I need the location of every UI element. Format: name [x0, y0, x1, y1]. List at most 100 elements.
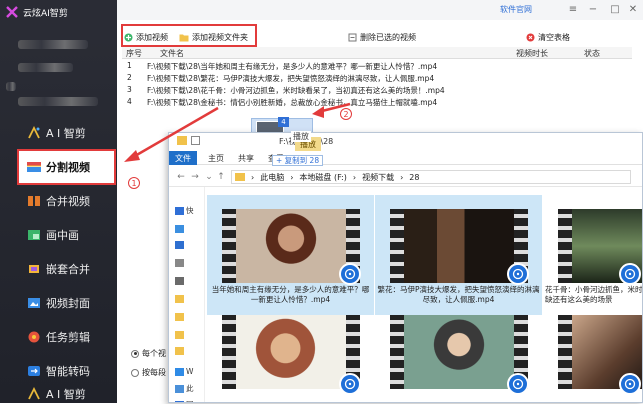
- nav-quick-access[interactable]: 快: [175, 205, 194, 216]
- option-label: 按每段: [142, 368, 166, 377]
- nav-this-pc[interactable]: 此: [175, 383, 194, 394]
- ai-icon: [26, 386, 42, 402]
- chevron-down-icon[interactable]: ⌄: [203, 171, 215, 183]
- delete-selected-button[interactable]: 删除已选的视频: [347, 30, 416, 44]
- sidebar-item-picture-in-picture[interactable]: 画中画: [0, 218, 117, 252]
- blurred-text: [18, 63, 73, 72]
- close-icon[interactable]: ✕: [625, 2, 641, 16]
- nav-network[interactable]: 网: [175, 399, 194, 402]
- folder-icon: [235, 173, 245, 181]
- radio-button[interactable]: [131, 349, 139, 358]
- tab-file[interactable]: 文件: [169, 151, 197, 165]
- forward-icon[interactable]: →: [189, 171, 201, 183]
- sidebar-item-ai-edit-2[interactable]: A I 智剪: [0, 384, 117, 404]
- sidebar-item-nested-merge[interactable]: 嵌套合并: [0, 252, 117, 286]
- nav-onedrive[interactable]: W: [175, 367, 193, 376]
- clear-table-button[interactable]: 清空表格: [525, 30, 570, 44]
- back-icon[interactable]: ←: [175, 171, 187, 183]
- nav-item[interactable]: [175, 313, 186, 321]
- task-edit-icon: [26, 329, 42, 345]
- video-file-tile[interactable]: [375, 313, 542, 402]
- option-by-segment[interactable]: 按每段: [131, 367, 166, 378]
- add-video-label: 添加视频: [136, 32, 168, 42]
- file-name: 花千骨：小骨河边抓鱼，米时缺还有这么美的场景: [545, 285, 643, 304]
- tab-share[interactable]: 共享: [235, 151, 257, 165]
- sidebar-item-label: 分割视频: [46, 161, 90, 174]
- checkbox-icon: [191, 136, 200, 145]
- sidebar-item-label: 视频封面: [46, 297, 90, 310]
- video-file-tile[interactable]: 当年她和周主有缘无分，是多少人的意难平？哪一新更让人怜惜？.mp4: [207, 195, 374, 315]
- row-index: 2: [127, 73, 132, 82]
- merge-video-icon: [26, 193, 42, 209]
- table-row[interactable]: 1 F:\视频下载\28\当年她和周主有缘无分，是多少人的意难平？哪一新更让人怜…: [122, 61, 492, 72]
- official-site-link[interactable]: 软件官网: [500, 4, 532, 15]
- up-icon[interactable]: ↑: [215, 171, 227, 183]
- maximize-icon[interactable]: □: [607, 2, 623, 16]
- title-bar: 软件官网 ≡ − □ ✕: [117, 0, 643, 20]
- sidebar-item-label: A I 智剪: [46, 388, 86, 401]
- breadcrumb-item[interactable]: 28: [409, 173, 419, 182]
- breadcrumb-item[interactable]: 本地磁盘 (F:): [299, 172, 346, 183]
- nav-item[interactable]: [175, 331, 186, 339]
- col-duration: 视频时长: [516, 49, 548, 58]
- video-cover-icon: [26, 295, 42, 311]
- video-file-tile[interactable]: 繁花：马伊P演技大爆发，把失望愤怒演绎的淋漓尽致，让人佩服.mp4: [375, 195, 542, 315]
- sidebar-item-ai-edit[interactable]: A I 智剪: [0, 116, 117, 150]
- video-file-tile[interactable]: [543, 313, 642, 402]
- table-row[interactable]: 3 F:\视频下载\28\花千骨：小骨河边抓鱼，米时缺看呆了，当初真还有这么美的…: [122, 85, 492, 96]
- sidebar: 云炫AI智剪 A I 智剪 分割视频 合并视频 画中画 嵌套合并 视频封面 任务…: [0, 0, 117, 403]
- tab-home[interactable]: 主页: [205, 151, 227, 165]
- sidebar-item-split-video[interactable]: 分割视频: [17, 149, 116, 185]
- blurred-text: [6, 82, 16, 91]
- chevron-right-icon: ›: [251, 172, 255, 182]
- chevron-right-icon: ›: [290, 172, 294, 182]
- copy-to-tooltip: + 复制到 28: [272, 155, 324, 166]
- sidebar-item-video-cover[interactable]: 视频封面: [0, 286, 117, 320]
- breadcrumb-item[interactable]: 此电脑: [260, 172, 284, 183]
- nav-item[interactable]: [175, 241, 186, 249]
- nav-item[interactable]: [175, 347, 186, 355]
- video-file-tile[interactable]: 花千骨：小骨河边抓鱼，米时缺还有这么美的场景: [543, 195, 643, 315]
- sidebar-item-merge-video[interactable]: 合并视频: [0, 184, 117, 218]
- smart-transcode-icon: [26, 363, 42, 379]
- folder-icon: [179, 32, 189, 42]
- sidebar-item-label: 合并视频: [46, 195, 90, 208]
- nav-item[interactable]: [175, 295, 186, 303]
- step-1-marker: 1: [128, 177, 140, 189]
- radio-button[interactable]: [131, 368, 139, 377]
- explorer-ribbon-tabs: 文件 主页 共享 查看 播放: [169, 137, 642, 165]
- app-logo-icon: [5, 5, 19, 19]
- nested-merge-icon: [26, 261, 42, 277]
- sidebar-item-label: 画中画: [46, 229, 79, 242]
- row-filename: F:\视频下载\28\金秘书：情侣小别胜新婚，总裁放心金秘书，真立马猫住上帽就嗑…: [147, 98, 438, 107]
- option-label: 每个视: [142, 349, 166, 358]
- address-bar: ← → ⌄ ↑ › 此电脑 › 本地磁盘 (F:) › 视频下载 › 28: [169, 167, 642, 187]
- clear-icon: [525, 32, 535, 42]
- sidebar-item-smart-transcode[interactable]: 智能转码: [0, 354, 117, 388]
- add-folder-button[interactable]: 添加视频文件夹: [179, 30, 248, 44]
- video-file-tile[interactable]: [207, 313, 374, 402]
- table-row[interactable]: 4 F:\视频下载\28\金秘书：情侣小别胜新婚，总裁放心金秘书，真立马猫住上帽…: [122, 97, 492, 108]
- sidebar-item-task-edit[interactable]: 任务剪辑: [0, 320, 117, 354]
- folder-icon: [177, 136, 187, 145]
- col-status: 状态: [584, 49, 600, 58]
- add-video-button[interactable]: 添加视频: [123, 30, 168, 44]
- split-video-icon: [26, 159, 42, 175]
- nav-item[interactable]: [175, 277, 186, 285]
- toolbar: 添加视频 添加视频文件夹 删除已选的视频 清空表格: [117, 20, 643, 47]
- row-index: 1: [127, 61, 132, 70]
- video-file-icon: [619, 373, 641, 395]
- nav-item[interactable]: [175, 259, 186, 267]
- nav-item[interactable]: [175, 225, 186, 233]
- breadcrumb-item[interactable]: 视频下载: [362, 172, 394, 183]
- file-explorer-window: F:\视频下载\28 文件 主页 共享 查看 播放 ← → ⌄ ↑ › 此电脑 …: [168, 132, 643, 403]
- menu-icon[interactable]: ≡: [565, 2, 581, 16]
- delete-selected-label: 删除已选的视频: [360, 32, 416, 42]
- table-row[interactable]: 2 F:\视频下载\28\繁花：马伊P演技大爆发，把失望愤怒演绎的淋漓尽致，让人…: [122, 73, 492, 84]
- breadcrumb[interactable]: › 此电脑 › 本地磁盘 (F:) › 视频下载 › 28: [231, 170, 631, 184]
- minimize-icon[interactable]: −: [585, 2, 601, 16]
- sidebar-item-label: A I 智剪: [46, 127, 86, 140]
- option-each-video[interactable]: 每个视: [131, 348, 166, 359]
- sidebar-item-label: 任务剪辑: [46, 331, 90, 344]
- chevron-right-icon: ›: [400, 172, 404, 182]
